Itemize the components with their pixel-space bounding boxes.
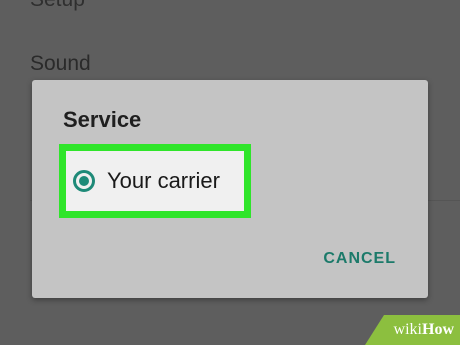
cancel-button[interactable]: CANCEL <box>323 250 396 268</box>
wikihow-watermark: wikiHow <box>365 315 460 345</box>
dialog-title: Service <box>63 107 142 132</box>
watermark-how: How <box>422 321 454 338</box>
radio-button-icon[interactable] <box>73 170 95 192</box>
radio-selected-dot <box>79 176 89 186</box>
setting-item-setup[interactable]: Setup <box>30 0 85 12</box>
setting-item-sound[interactable]: Sound <box>30 52 91 76</box>
option-label: Your carrier <box>107 168 220 193</box>
service-dialog: Service Your carrier CANCEL <box>32 80 428 298</box>
option-highlight: Your carrier <box>59 144 251 218</box>
option-your-carrier[interactable]: Your carrier <box>73 151 244 211</box>
screen: Setup Sound Service Your carrier CANCEL … <box>0 0 460 345</box>
watermark-text: wikiHow <box>394 321 454 339</box>
watermark-wiki: wiki <box>393 321 422 338</box>
